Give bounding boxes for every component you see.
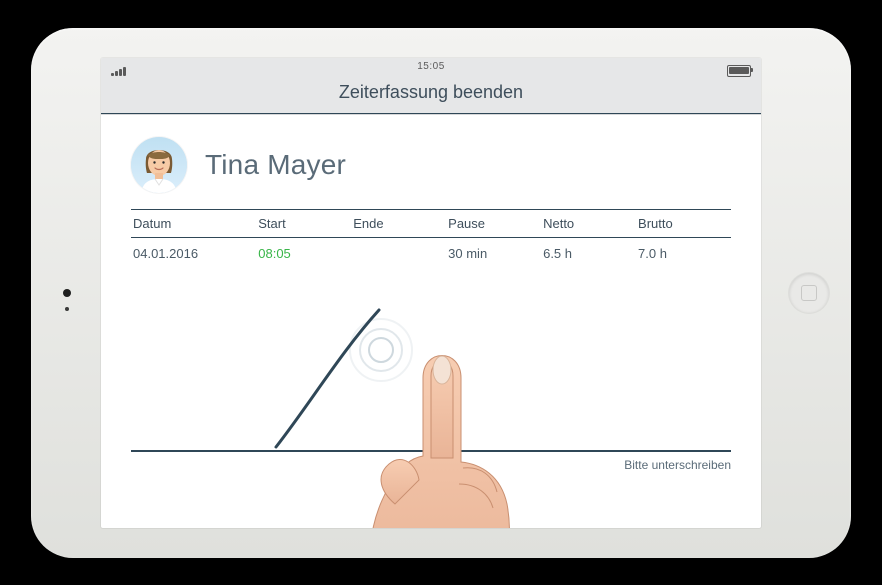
app-screen: 15:05 Zeiterfassung beenden: [101, 58, 761, 528]
table-header-row: Datum Start Ende Pause Netto Brutto: [131, 209, 731, 238]
col-brutto: Brutto: [638, 216, 729, 231]
signature-stroke-icon: [271, 282, 411, 452]
status-and-title-bar: 15:05 Zeiterfassung beenden: [101, 58, 761, 115]
col-start: Start: [258, 216, 349, 231]
signature-section: Bitte unterschreiben: [101, 285, 761, 480]
ipad-device-frame: 15:05 Zeiterfassung beenden: [31, 28, 851, 558]
page-title: Zeiterfassung beenden: [101, 82, 761, 103]
col-datum: Datum: [133, 216, 254, 231]
cell-netto: 6.5 h: [543, 246, 634, 261]
battery-icon: [727, 65, 751, 77]
status-bar: 15:05: [101, 58, 761, 81]
signature-canvas[interactable]: [131, 285, 731, 450]
time-table: Datum Start Ende Pause Netto Brutto 04.0…: [131, 209, 731, 273]
content-area: Tina Mayer Datum Start Ende Pause Netto …: [101, 115, 761, 285]
signature-hint: Bitte unterschreiben: [131, 452, 731, 472]
home-button-icon: [801, 285, 817, 301]
user-header: Tina Mayer: [131, 133, 731, 209]
col-pause: Pause: [448, 216, 539, 231]
avatar: [131, 137, 187, 193]
cell-pause: 30 min: [448, 246, 539, 261]
front-camera: [63, 289, 71, 297]
col-netto: Netto: [543, 216, 634, 231]
cell-brutto: 7.0 h: [638, 246, 729, 261]
home-button[interactable]: [789, 273, 829, 313]
user-name: Tina Mayer: [205, 149, 346, 181]
cell-start: 08:05: [258, 246, 349, 261]
avatar-image: [131, 137, 187, 193]
cell-datum: 04.01.2016: [133, 246, 254, 261]
status-time: 15:05: [101, 61, 761, 72]
table-row: 04.01.2016 08:05 30 min 6.5 h 7.0 h: [131, 238, 731, 273]
title-divider: [101, 113, 761, 114]
col-ende: Ende: [353, 216, 444, 231]
front-sensor: [65, 307, 69, 311]
